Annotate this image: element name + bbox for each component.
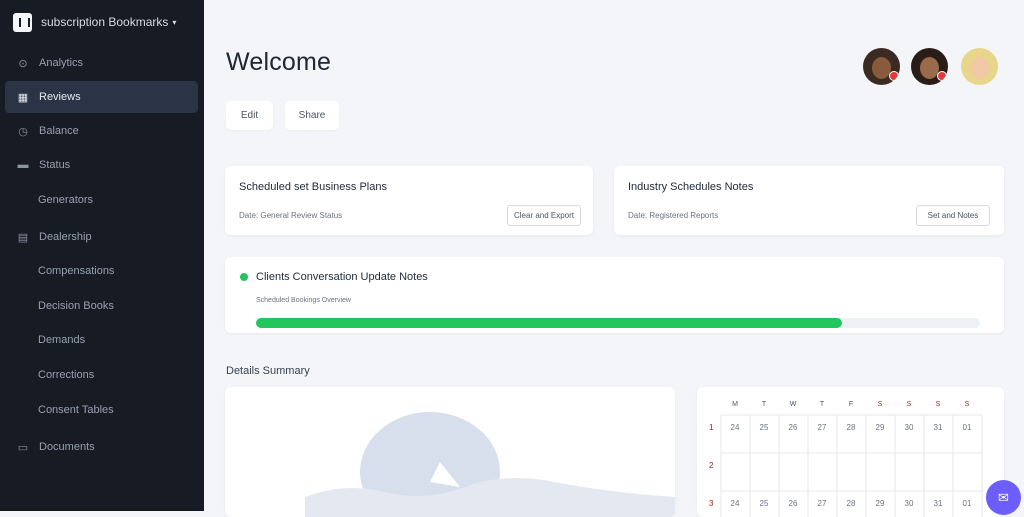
calendar-cell[interactable]: 31	[924, 423, 952, 432]
app-logo-icon	[13, 12, 32, 32]
status-dot	[889, 71, 899, 81]
card-title: Industry Schedules Notes	[628, 181, 754, 193]
main-content: Welcome Edit Share Scheduled set Busines…	[204, 0, 1024, 517]
calendar-cell[interactable]: 30	[895, 499, 923, 508]
sidebar-item-label: Compensations	[38, 265, 115, 277]
share-button[interactable]: Share	[285, 101, 339, 130]
sidebar-item-label: Generators	[38, 194, 94, 206]
avatar[interactable]	[961, 48, 998, 85]
calendar-cell[interactable]: 28	[837, 499, 865, 508]
calendar-day-header: T	[761, 401, 767, 408]
sidebar-item-balance[interactable]: ◷ Balance	[5, 115, 198, 147]
card-title: Scheduled set Business Plans	[239, 181, 387, 193]
calendar-cell[interactable]: 29	[866, 499, 894, 508]
sidebar-item-reviews[interactable]: ▦ Reviews	[5, 81, 198, 113]
calendar-cell[interactable]: 27	[808, 499, 836, 508]
card-action-button[interactable]: Clear and Export	[507, 205, 581, 226]
sidebar-item-consent-tables[interactable]: Consent Tables	[5, 394, 231, 426]
section-title: Details Summary	[226, 365, 310, 377]
avatar[interactable]	[863, 48, 900, 85]
brand-switcher[interactable]: subscription Bookmarks ▾	[13, 11, 176, 33]
status-dot	[937, 71, 947, 81]
calendar-cell[interactable]: 24	[721, 423, 749, 432]
calendar-cell[interactable]: 25	[750, 499, 778, 508]
progress-fill	[256, 318, 843, 328]
calendar-day-header: S	[964, 401, 970, 408]
calendar-cell[interactable]: 24	[721, 499, 749, 508]
chat-button[interactable]: ✉	[986, 480, 1021, 515]
brand-name: subscription Bookmarks	[41, 15, 169, 29]
sidebar-item-status[interactable]: ▬ Status	[5, 149, 198, 181]
schedule-card: Scheduled set Business Plans Date: Gener…	[225, 166, 593, 235]
calendar-cell[interactable]: 01	[953, 499, 981, 508]
page-title: Welcome	[226, 48, 332, 76]
sidebar-item-analytics[interactable]: ⊙ Analytics	[5, 47, 198, 79]
sidebar-item-label: Documents	[39, 441, 95, 453]
calendar-cell[interactable]: 26	[779, 423, 807, 432]
sidebar-item-label: Corrections	[38, 369, 95, 381]
chat-icon: ✉	[998, 489, 1009, 505]
dashboard-icon: ⊙	[18, 57, 28, 70]
card-subtitle: Date: Registered Reports	[628, 211, 719, 220]
sidebar-item-label: Balance	[39, 125, 79, 137]
calendar-cell[interactable]: 31	[924, 499, 952, 508]
edit-button[interactable]: Edit	[226, 101, 273, 130]
calendar-cell[interactable]: 27	[808, 423, 836, 432]
map-card	[225, 387, 675, 517]
calendar-day-header: W	[789, 401, 797, 408]
calendar-row-label: 1	[709, 423, 714, 432]
chevron-down-icon: ▾	[172, 17, 177, 27]
calendar-day-header: T	[819, 401, 825, 408]
sidebar-item-generators[interactable]: Generators	[5, 184, 231, 216]
calendar-day-header: S	[935, 401, 941, 408]
calendar-row-label: 2	[709, 461, 714, 470]
card-action-button[interactable]: Set and Notes	[916, 205, 990, 226]
sidebar-item-label: Analytics	[39, 57, 84, 69]
industry-card: Industry Schedules Notes Date: Registere…	[614, 166, 1004, 235]
cards-icon: ▭	[17, 441, 29, 454]
sidebar-item-label: Decision Books	[38, 300, 114, 312]
world-map-image	[305, 412, 675, 517]
sidebar: subscription Bookmarks ▾ ⊙ Analytics ▦ R…	[0, 0, 204, 511]
progress-track	[256, 318, 980, 328]
sidebar-item-decision-books[interactable]: Decision Books	[5, 290, 231, 322]
calendar-cell[interactable]: 30	[895, 423, 923, 432]
list-icon: ▬	[17, 159, 29, 171]
sidebar-item-documents[interactable]: ▭ Documents	[5, 431, 198, 463]
sidebar-item-label: Demands	[38, 334, 86, 346]
calendar-cell[interactable]: 29	[866, 423, 894, 432]
calendar-cell[interactable]: 25	[750, 423, 778, 432]
sidebar-item-demands[interactable]: Demands	[5, 324, 231, 356]
card-subtitle: Date: General Review Status	[239, 211, 343, 220]
sidebar-item-compensations[interactable]: Compensations	[5, 255, 231, 287]
progress-title: Clients Conversation Update Notes	[256, 271, 428, 283]
progress-card: Clients Conversation Update Notes Schedu…	[225, 257, 1004, 333]
calendar-card: M T W T F S S S S 1 24 25 26 27 28 29 30 31 01 2 3 24 25 26 27 28…	[697, 387, 1004, 517]
calendar-day-header: S	[906, 401, 912, 408]
calendar-day-header: S	[877, 401, 883, 408]
calendar-row-label: 3	[709, 499, 714, 508]
calendar-cell[interactable]: 26	[779, 499, 807, 508]
calendar-cell[interactable]: 28	[837, 423, 865, 432]
avatar[interactable]	[911, 48, 948, 85]
calendar-day-header: F	[848, 401, 854, 408]
progress-subtitle: Scheduled Bookings Overview	[256, 297, 351, 304]
sidebar-item-corrections[interactable]: Corrections	[5, 359, 231, 391]
sidebar-item-label: Consent Tables	[38, 404, 114, 416]
grid-icon: ▦	[17, 91, 29, 104]
status-dot	[240, 273, 248, 281]
avatar-face	[970, 57, 989, 79]
clock-icon: ◷	[18, 125, 28, 138]
sidebar-item-label: Dealership	[39, 231, 92, 243]
calendar-icon: ▤	[17, 231, 29, 244]
sidebar-item-label: Reviews	[39, 91, 81, 103]
calendar-day-header: M	[732, 401, 738, 408]
calendar-cell[interactable]: 01	[953, 423, 981, 432]
sidebar-item-label: Status	[39, 159, 71, 171]
sidebar-item-dealership[interactable]: ▤ Dealership	[5, 221, 198, 253]
